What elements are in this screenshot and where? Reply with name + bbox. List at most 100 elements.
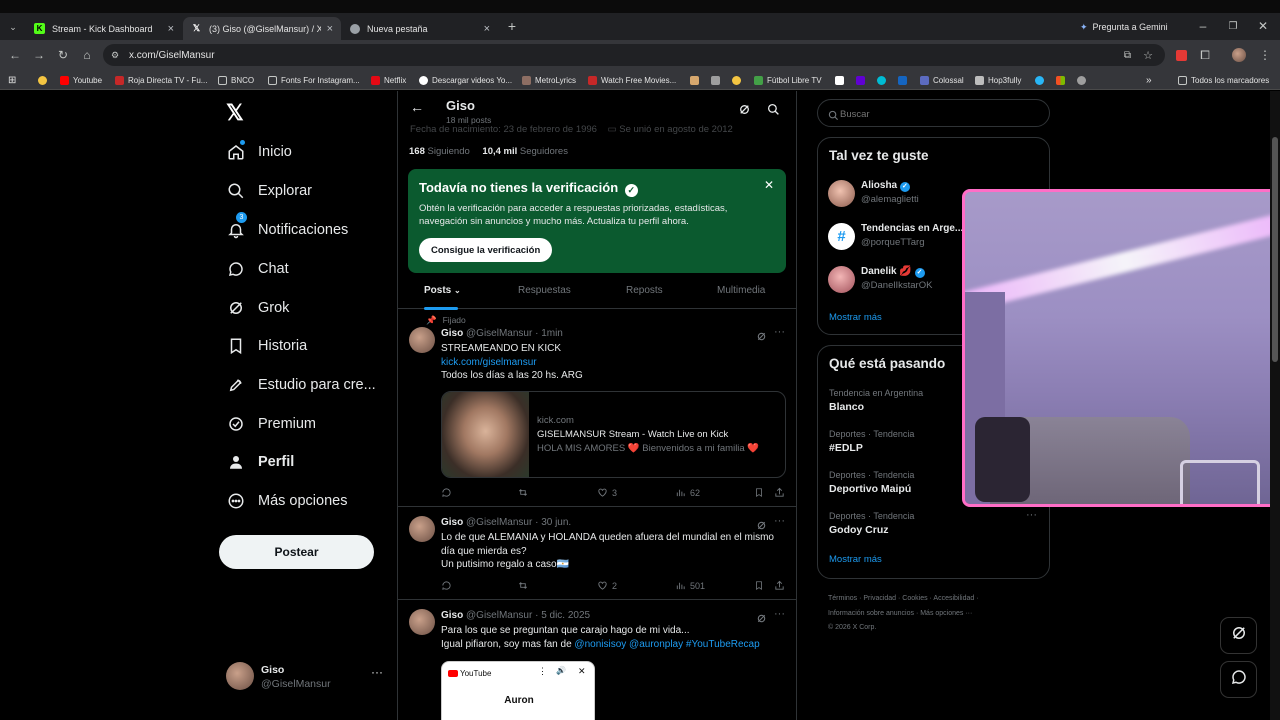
reply-button[interactable]: [441, 580, 456, 591]
webcam-overlay[interactable]: [962, 189, 1278, 507]
avatar[interactable]: [409, 516, 435, 542]
new-tab-icon[interactable]: +: [503, 17, 521, 35]
bookmark-roja-directa[interactable]: Roja Directa TV - Fu...: [115, 74, 207, 86]
volume-icon[interactable]: 🔊: [556, 666, 566, 675]
bookmark-icon-f[interactable]: [898, 74, 911, 86]
following-link[interactable]: 168 Siguiendo: [409, 146, 470, 157]
nav-profile[interactable]: Perfil: [226, 449, 294, 475]
reply-button[interactable]: [441, 487, 456, 498]
repost-button[interactable]: [517, 580, 533, 591]
scrollbar[interactable]: [1270, 91, 1280, 720]
search-input[interactable]: [840, 106, 1040, 122]
bookmark-bnco[interactable]: BNCO: [218, 74, 254, 86]
nav-home[interactable]: Inicio: [226, 139, 292, 165]
more-dots-icon[interactable]: ···: [774, 326, 785, 338]
more-dots-icon[interactable]: ···: [371, 665, 383, 679]
tab-posts[interactable]: Posts ⌄: [424, 285, 461, 310]
bookmark-icon-h[interactable]: [1077, 74, 1090, 86]
all-bookmarks[interactable]: Todos los marcadores: [1178, 74, 1269, 86]
bookmark-netflix[interactable]: Netflix: [371, 74, 406, 86]
tab-media[interactable]: Multimedia: [717, 285, 765, 296]
grok-fab[interactable]: [1220, 617, 1257, 654]
bookmark-button[interactable]: [754, 580, 768, 591]
nav-bookmarks[interactable]: Historia: [226, 333, 307, 359]
menu-icon[interactable]: ⋮: [1256, 46, 1274, 64]
avatar[interactable]: [409, 609, 435, 635]
restore-icon[interactable]: ❐: [1224, 17, 1242, 35]
bookmark-button[interactable]: [754, 487, 768, 498]
followers-link[interactable]: 10,4 mil Seguidores: [482, 146, 568, 157]
bookmark-futbol-libre[interactable]: Fútbol Libre TV: [754, 74, 822, 86]
post-button[interactable]: Postear: [219, 535, 374, 569]
bookmark-watch-free[interactable]: Watch Free Movies...: [588, 74, 676, 86]
install-icon[interactable]: ⧉: [1124, 50, 1131, 61]
close-icon[interactable]: ✕: [578, 666, 586, 677]
bookmark-icon-yahoo[interactable]: [856, 74, 869, 86]
nav-premium[interactable]: Premium: [226, 411, 316, 437]
bookmark-icon-ms[interactable]: [1056, 74, 1069, 86]
more-dots-icon[interactable]: ···: [1026, 509, 1037, 521]
minimize-icon[interactable]: –: [1194, 17, 1212, 35]
footer-line[interactable]: Información sobre anuncios · Más opcione…: [828, 607, 979, 622]
trend-item[interactable]: Deportes · Tendencia Godoy Cruz: [829, 511, 1039, 536]
tab-search-icon[interactable]: ⌄: [4, 18, 22, 36]
show-more-link[interactable]: Mostrar más: [829, 312, 882, 323]
bookmark-emoji[interactable]: [38, 74, 51, 86]
tab-reposts[interactable]: Reposts: [626, 285, 663, 296]
link-card[interactable]: kick.com GISELMANSUR Stream - Watch Live…: [441, 391, 786, 478]
bookmark-icon-e[interactable]: [877, 74, 890, 86]
bookmark-metrolyrics[interactable]: MetroLyrics: [522, 74, 576, 86]
forward-icon[interactable]: →: [30, 46, 48, 64]
site-info-icon[interactable]: ⚙: [111, 50, 119, 61]
avatar[interactable]: [409, 327, 435, 353]
back-arrow-icon[interactable]: ←: [410, 99, 424, 115]
more-dots-icon[interactable]: ···: [774, 515, 785, 527]
footer-line[interactable]: Términos · Privacidad · Cookies · Accesi…: [828, 592, 979, 607]
close-window-icon[interactable]: ✕: [1254, 17, 1272, 35]
tweet-item[interactable]: Giso @GiselMansur · 30 jun. ··· Lo de qu…: [398, 507, 796, 600]
star-icon[interactable]: ☆: [1143, 49, 1153, 62]
bookmark-icon-d[interactable]: [835, 74, 848, 86]
show-more-link[interactable]: Mostrar más: [829, 554, 882, 565]
tweet-mentions[interactable]: @nonisisoy @auronplay #YouTubeRecap: [574, 639, 759, 650]
views-button[interactable]: 501: [675, 580, 705, 591]
tab-replies[interactable]: Respuestas: [518, 285, 571, 296]
bookmark-icon-b[interactable]: [711, 74, 724, 86]
nav-explore[interactable]: Explorar: [226, 178, 312, 204]
x-logo-icon[interactable]: 𝕏: [226, 102, 248, 124]
bookmark-colossal[interactable]: Colossal: [920, 74, 964, 86]
tab-kick-dashboard[interactable]: K Stream - Kick Dashboard ×: [26, 17, 182, 40]
nav-chat[interactable]: Chat: [226, 256, 289, 282]
share-button[interactable]: [774, 487, 789, 498]
youtube-embed[interactable]: YouTube ⋮ 🔊 ✕ Auron: [441, 661, 595, 720]
nav-notifications[interactable]: 3 Notificaciones: [226, 212, 348, 243]
reload-icon[interactable]: ↻: [54, 46, 72, 64]
bookmark-fonts[interactable]: Fonts For Instagram...: [268, 74, 360, 86]
search-box[interactable]: [817, 99, 1050, 127]
account-switcher[interactable]: Giso @GiselMansur ···: [226, 661, 386, 693]
bookmark-descargar[interactable]: Descargar videos Yo...: [419, 74, 512, 86]
bookmark-hop3fully[interactable]: Hop3fully: [975, 74, 1021, 86]
close-icon[interactable]: ×: [168, 23, 174, 35]
extension-red-icon[interactable]: [1172, 46, 1190, 64]
nav-grok[interactable]: Grok: [226, 295, 289, 321]
apps-icon[interactable]: ⊞: [8, 74, 16, 86]
like-button[interactable]: 2: [597, 580, 617, 591]
extensions-icon[interactable]: ⧠: [1196, 46, 1214, 64]
search-icon[interactable]: [767, 103, 780, 121]
get-verified-button[interactable]: Consigue la verificación: [419, 238, 553, 262]
back-icon[interactable]: ←: [6, 46, 24, 64]
tweet-link[interactable]: kick.com/giselmansur: [441, 356, 781, 370]
views-button[interactable]: 62: [675, 487, 700, 498]
tweet-pinned[interactable]: 📌 Fijado Giso @GiselMansur · 1min ··· STR…: [398, 309, 796, 507]
bookmark-icon-c[interactable]: [732, 74, 745, 86]
close-icon[interactable]: ×: [484, 23, 490, 35]
profile-avatar-icon[interactable]: [1230, 46, 1248, 64]
home-browser-icon[interactable]: ⌂: [78, 46, 96, 64]
more-vert-icon[interactable]: ⋮: [538, 666, 547, 677]
close-icon[interactable]: ×: [327, 23, 333, 35]
scrollbar-thumb[interactable]: [1272, 137, 1278, 362]
messages-fab[interactable]: [1220, 661, 1257, 698]
share-button[interactable]: [774, 580, 789, 591]
repost-button[interactable]: [517, 487, 533, 498]
